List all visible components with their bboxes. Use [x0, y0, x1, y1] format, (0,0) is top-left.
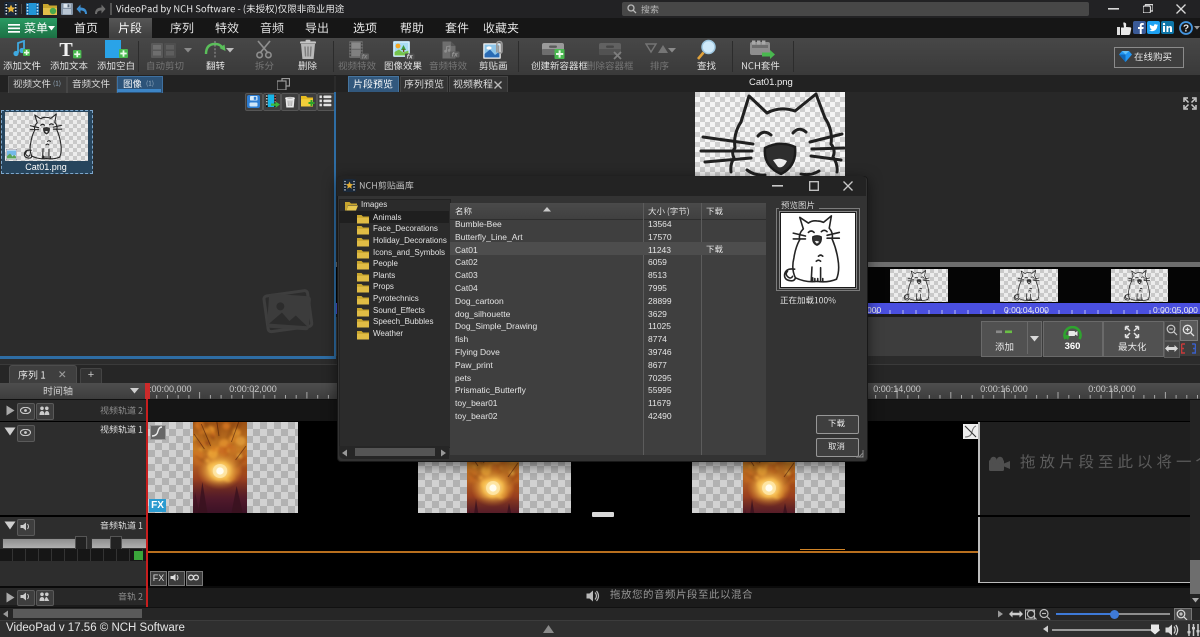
- svg-text:fx: fx: [407, 53, 413, 60]
- svg-text:?: ?: [1183, 23, 1189, 34]
- svg-text:fx: fx: [362, 54, 368, 60]
- svg-text:fx: fx: [452, 51, 458, 58]
- svg-text:T: T: [59, 39, 73, 60]
